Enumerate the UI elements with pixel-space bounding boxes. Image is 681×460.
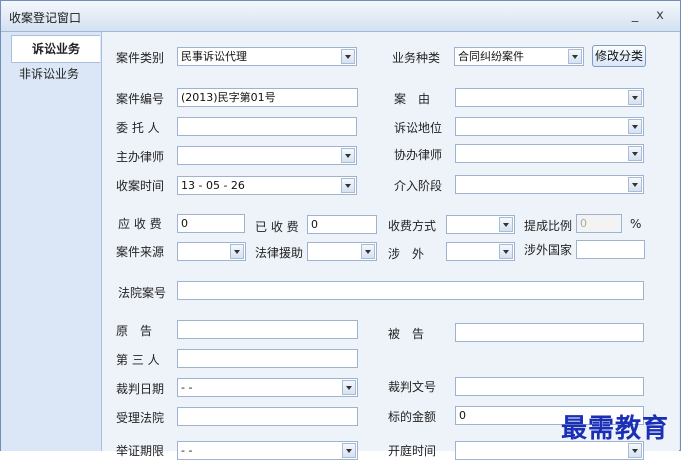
subject-amount-label: 标的金额 — [388, 410, 437, 424]
title-bar: 收案登记窗口 _ x — [1, 1, 680, 32]
legal-aid-label: 法律援助 — [255, 246, 304, 260]
minimize-button[interactable]: _ — [628, 9, 642, 23]
court-case-no-input[interactable] — [177, 281, 644, 300]
sidebar: 诉讼业务 非诉讼业务 — [1, 32, 102, 451]
tab-litigation[interactable]: 诉讼业务 — [11, 35, 100, 63]
judgment-doc-no-label: 裁判文号 — [388, 380, 437, 394]
commission-input[interactable]: 0 — [576, 214, 622, 233]
plaintiff-input[interactable] — [177, 320, 358, 339]
legal-aid-select[interactable] — [307, 242, 377, 261]
foreign-select[interactable] — [446, 242, 515, 261]
receive-time-label: 收案时间 — [116, 179, 165, 193]
stage-label: 介入阶段 — [394, 179, 443, 193]
assist-lawyer-label: 协办律师 — [394, 148, 443, 162]
case-no-input[interactable]: (2013)民字第01号 — [177, 88, 358, 107]
case-type-select[interactable]: 民事诉讼代理 — [177, 47, 357, 66]
watermark-logo: 最需教育 — [561, 414, 670, 444]
commission-unit: % — [630, 217, 642, 231]
foreign-country-input[interactable] — [576, 240, 645, 259]
modify-category-button[interactable]: 修改分类 — [592, 45, 646, 67]
chevron-down-icon — [499, 217, 513, 232]
client-label: 委 托 人 — [116, 121, 160, 135]
window-title: 收案登记窗口 — [9, 11, 82, 25]
business-type-select[interactable]: 合同纠纷案件 — [454, 47, 584, 66]
fee-method-select[interactable] — [446, 215, 515, 234]
business-type-value: 合同纠纷案件 — [458, 50, 524, 63]
chevron-down-icon — [341, 49, 355, 64]
assist-lawyer-select[interactable] — [455, 144, 644, 163]
fee-received-label: 已 收 费 — [255, 220, 299, 234]
chevron-down-icon — [628, 146, 642, 161]
stage-select[interactable] — [455, 175, 644, 194]
chevron-down-icon — [341, 148, 355, 163]
commission-label: 提成比例 — [524, 219, 573, 233]
foreign-country-label: 涉外国家 — [524, 243, 573, 257]
form-panel: 案件类别 民事诉讼代理 业务种类 合同纠纷案件 修改分类 案件编号 (2013)… — [102, 32, 679, 460]
case-type-value: 民事诉讼代理 — [181, 50, 247, 63]
case-source-label: 案件来源 — [116, 245, 165, 259]
fee-received-input[interactable]: 0 — [307, 215, 377, 234]
client-input[interactable] — [177, 117, 357, 136]
business-type-label: 业务种类 — [392, 51, 441, 65]
judgment-date-picker[interactable]: - - — [177, 378, 358, 397]
cause-label: 案 由 — [394, 92, 431, 106]
chevron-down-icon — [230, 244, 244, 259]
chevron-down-icon — [628, 90, 642, 105]
chevron-down-icon — [499, 244, 513, 259]
lead-lawyer-label: 主办律师 — [116, 150, 165, 164]
fee-due-input[interactable]: 0 — [177, 214, 245, 233]
judgment-date-value: - - — [181, 381, 193, 394]
close-button[interactable]: x — [653, 9, 667, 23]
chevron-down-icon — [342, 380, 356, 395]
case-source-select[interactable] — [177, 242, 246, 261]
case-no-label: 案件编号 — [116, 92, 165, 106]
chevron-down-icon — [628, 119, 642, 134]
receive-time-value: 13 - 05 - 26 — [181, 179, 245, 192]
defendant-label: 被 告 — [388, 327, 425, 341]
fee-due-label: 应 收 费 — [118, 217, 162, 231]
third-party-label: 第 三 人 — [116, 353, 160, 367]
chevron-down-icon — [628, 177, 642, 192]
accepting-court-input[interactable] — [177, 407, 358, 426]
judgment-date-label: 裁判日期 — [116, 382, 165, 396]
fee-method-label: 收费方式 — [388, 219, 437, 233]
litigation-status-label: 诉讼地位 — [394, 121, 443, 135]
plaintiff-label: 原 告 — [116, 324, 153, 338]
tab-non-litigation[interactable]: 非诉讼业务 — [5, 61, 93, 87]
cause-select[interactable] — [455, 88, 644, 107]
receive-time-picker[interactable]: 13 - 05 - 26 — [177, 176, 357, 195]
lead-lawyer-select[interactable] — [177, 146, 357, 165]
defendant-input[interactable] — [455, 323, 644, 342]
litigation-status-select[interactable] — [455, 117, 644, 136]
case-type-label: 案件类别 — [116, 51, 165, 65]
third-party-input[interactable] — [177, 349, 358, 368]
chevron-down-icon — [341, 178, 355, 193]
foreign-label: 涉 外 — [388, 247, 425, 261]
accepting-court-label: 受理法院 — [116, 411, 165, 425]
court-case-no-label: 法院案号 — [118, 286, 167, 300]
judgment-doc-no-input[interactable] — [455, 377, 644, 396]
chevron-down-icon — [568, 49, 582, 64]
case-registration-window: 收案登记窗口 _ x 诉讼业务 非诉讼业务 案件类别 民事诉讼代理 业务种类 合… — [0, 0, 681, 460]
chevron-down-icon — [361, 244, 375, 259]
